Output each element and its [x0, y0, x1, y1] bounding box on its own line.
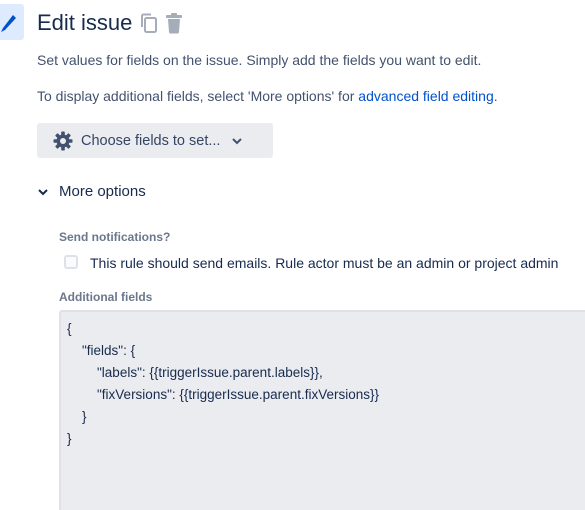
code-line: "fields": { [67, 343, 136, 358]
send-notifications-label: Send notifications? [59, 230, 171, 244]
pencil-icon [1, 15, 16, 32]
description-suffix: . [493, 88, 498, 104]
chevron-down-icon [38, 188, 48, 195]
choose-fields-button[interactable]: Choose fields to set... [37, 123, 273, 158]
code-line: "fixVersions": {{triggerIssue.parent.fix… [67, 387, 379, 402]
description-advanced-line: To display additional fields, select 'Mo… [37, 86, 498, 106]
chevron-down-icon [232, 137, 243, 144]
copy-icon[interactable] [139, 12, 159, 34]
page-title: Edit issue [37, 10, 133, 35]
send-emails-checkbox-label: This rule should send emails. Rule actor… [90, 255, 559, 271]
advanced-field-editing-link[interactable]: advanced field editing [358, 88, 493, 104]
code-line: { [67, 321, 72, 336]
additional-fields-editor[interactable] [59, 310, 585, 510]
description-line: Set values for fields on the issue. Simp… [37, 52, 482, 68]
description-prefix: To display additional fields, select 'Mo… [37, 88, 359, 104]
send-emails-checkbox[interactable] [64, 255, 78, 269]
code-line: "labels": {{triggerIssue.parent.labels}}… [67, 365, 323, 380]
additional-fields-label: Additional fields [59, 290, 153, 304]
trash-icon[interactable] [164, 12, 184, 34]
code-line: } [67, 431, 72, 446]
choose-fields-label: Choose fields to set... [81, 132, 221, 149]
gear-icon [53, 131, 73, 150]
more-options-label: More options [59, 183, 146, 200]
more-options-toggle[interactable]: More options [37, 183, 146, 200]
code-line: } [67, 409, 87, 424]
